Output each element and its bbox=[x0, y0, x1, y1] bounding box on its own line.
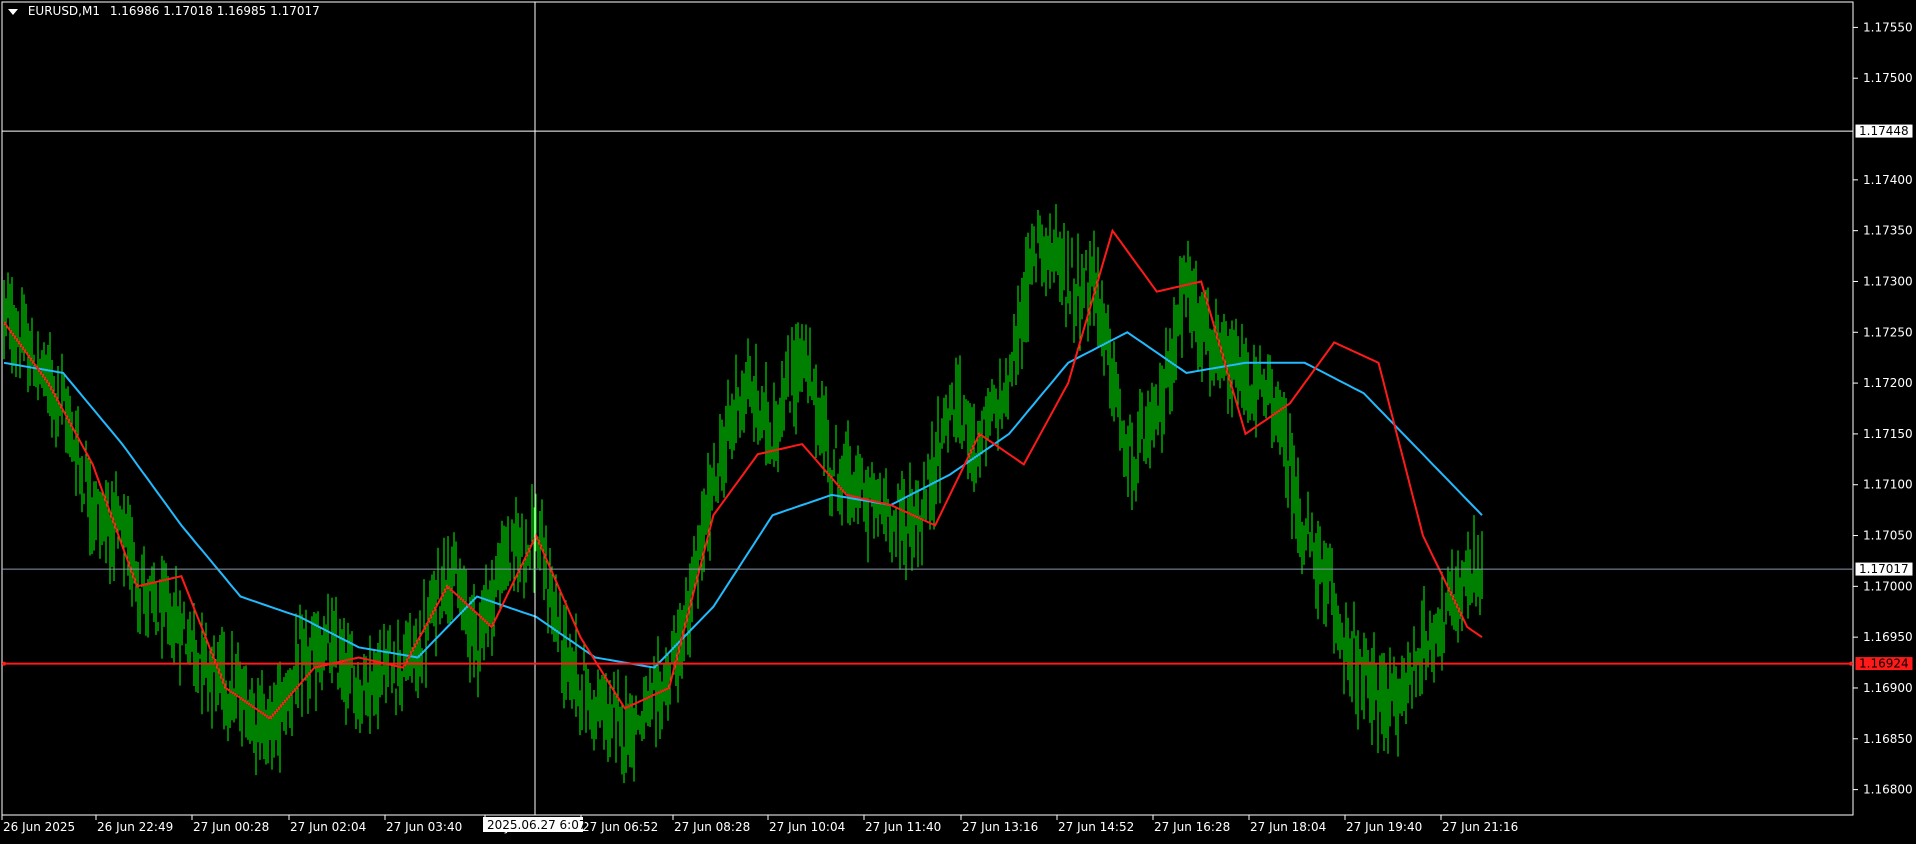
y-tick-label: 1.16800 bbox=[1863, 783, 1913, 797]
chevron-down-icon[interactable] bbox=[8, 8, 18, 15]
x-tick-label: 27 Jun 19:40 bbox=[1346, 820, 1422, 834]
y-tick-label: 1.17150 bbox=[1863, 427, 1913, 441]
x-tick-label: 27 Jun 13:16 bbox=[962, 820, 1038, 834]
crosshair-price-tag: 1.17448 bbox=[1859, 124, 1909, 138]
quote-label: 1.16986 1.17018 1.16985 1.17017 bbox=[109, 4, 320, 18]
x-tick-label: 27 Jun 14:52 bbox=[1058, 820, 1134, 834]
x-tick-label: 27 Jun 11:40 bbox=[865, 820, 941, 834]
symbol-header[interactable]: EURUSD,M1 1.16986 1.17018 1.16985 1.1701… bbox=[8, 4, 320, 18]
support-line-anchor bbox=[1849, 661, 1853, 666]
y-tick-label: 1.17550 bbox=[1863, 20, 1913, 34]
y-tick-label: 1.17300 bbox=[1863, 274, 1913, 288]
x-tick-label: 26 Jun 22:49 bbox=[97, 820, 173, 834]
x-tick-label: 27 Jun 18:04 bbox=[1250, 820, 1326, 834]
y-tick-label: 1.17350 bbox=[1863, 224, 1913, 238]
last-price-tag: 1.17017 bbox=[1859, 562, 1909, 576]
x-tick-label: 27 Jun 00:28 bbox=[193, 820, 269, 834]
y-tick-label: 1.16900 bbox=[1863, 681, 1913, 695]
x-tick-label: 27 Jun 03:40 bbox=[386, 820, 462, 834]
x-tick-label: 27 Jun 08:28 bbox=[674, 820, 750, 834]
x-tick-label: 27 Jun 16:28 bbox=[1154, 820, 1230, 834]
support-price-tag: 1.16924 bbox=[1859, 657, 1909, 671]
symbol-label: EURUSD,M1 bbox=[27, 4, 100, 18]
y-tick-label: 1.17250 bbox=[1863, 325, 1913, 339]
x-tick-label: 26 Jun 2025 bbox=[3, 820, 75, 834]
y-tick-label: 1.17000 bbox=[1863, 579, 1913, 593]
support-line-anchor bbox=[2, 661, 6, 666]
crosshair-time-tag: 2025.06.27 6:07 bbox=[487, 818, 586, 832]
x-tick-label: 27 Jun 21:16 bbox=[1442, 820, 1518, 834]
chart-window[interactable]: 1.17550 1.17500 1.17400 1.17350 1.17300 1.172… bbox=[0, 0, 1916, 840]
y-tick-label: 1.17050 bbox=[1863, 529, 1913, 543]
y-tick-label: 1.17100 bbox=[1863, 478, 1913, 492]
x-tick-label: 27 Jun 02:04 bbox=[290, 820, 366, 834]
y-tick-label: 1.17400 bbox=[1863, 173, 1913, 187]
price-chart[interactable]: 1.17550 1.17500 1.17400 1.17350 1.17300 1.172… bbox=[0, 0, 1916, 840]
x-tick-label: 27 Jun 10:04 bbox=[769, 820, 845, 834]
y-tick-label: 1.16950 bbox=[1863, 630, 1913, 644]
x-tick-label: 27 Jun 06:52 bbox=[582, 820, 658, 834]
y-tick-label: 1.17200 bbox=[1863, 376, 1913, 390]
y-tick-label: 1.17500 bbox=[1863, 71, 1913, 85]
y-tick-label: 1.16850 bbox=[1863, 732, 1913, 746]
